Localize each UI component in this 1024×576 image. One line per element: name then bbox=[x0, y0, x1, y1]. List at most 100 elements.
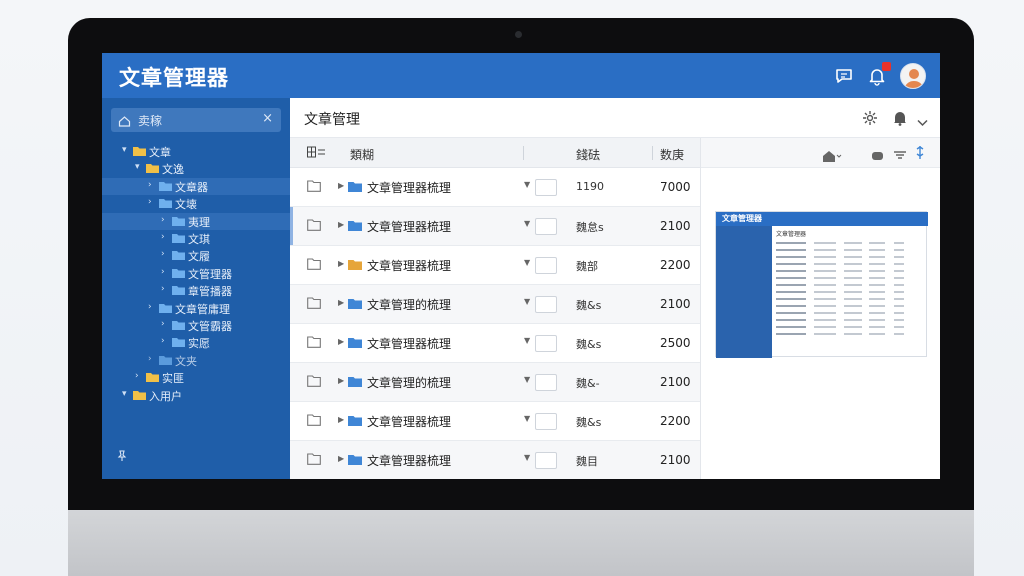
table-row[interactable]: ▶ 文章管理器梳理 ▼ 魏部 2200 bbox=[290, 246, 700, 285]
chevron-right-icon[interactable]: › bbox=[161, 215, 165, 225]
bell-icon[interactable] bbox=[866, 62, 891, 87]
folder-outline-icon[interactable] bbox=[307, 336, 321, 348]
select-box[interactable] bbox=[535, 218, 557, 235]
close-icon[interactable]: × bbox=[262, 111, 273, 126]
chevron-right-icon[interactable]: › bbox=[148, 302, 152, 312]
expand-arrow-icon[interactable]: ▶ bbox=[338, 220, 344, 229]
sidebar-tree-item[interactable]: › 文夹 bbox=[102, 352, 290, 369]
sidebar-tree-item[interactable]: › 文管理器 bbox=[102, 265, 290, 282]
expand-arrow-icon[interactable]: ▶ bbox=[338, 454, 344, 463]
chevron-right-icon[interactable]: › bbox=[161, 336, 165, 346]
chevron-right-icon[interactable]: › bbox=[148, 354, 152, 364]
dropdown-arrow-icon[interactable]: ▼ bbox=[524, 219, 530, 228]
dropdown-arrow-icon[interactable]: ▼ bbox=[524, 258, 530, 267]
folder-outline-icon[interactable] bbox=[307, 219, 321, 231]
settings-icon[interactable] bbox=[862, 110, 878, 130]
dropdown-arrow-icon[interactable]: ▼ bbox=[524, 297, 530, 306]
dropdown-arrow-icon[interactable]: ▼ bbox=[524, 453, 530, 462]
sidebar-tree-item[interactable]: › 实匪 bbox=[102, 369, 290, 386]
thumb-line bbox=[814, 242, 836, 244]
home-icon[interactable] bbox=[822, 147, 842, 166]
select-box[interactable] bbox=[535, 179, 557, 196]
folder-outline-icon[interactable] bbox=[307, 414, 321, 426]
chevron-right-icon[interactable]: › bbox=[161, 267, 165, 277]
chevron-right-icon[interactable]: › bbox=[148, 180, 152, 190]
table-row[interactable]: ▶ 文章管理器梳理 ▼ 魏&s 2500 bbox=[290, 324, 700, 363]
table-row[interactable]: ▶ 文章管理器梳理 ▼ 1190 7000 bbox=[290, 168, 700, 207]
expand-arrow-icon[interactable]: ▶ bbox=[338, 181, 344, 190]
select-box[interactable] bbox=[535, 335, 557, 352]
chevron-right-icon[interactable]: › bbox=[161, 319, 165, 329]
sidebar-tree-item[interactable]: › 实愿 bbox=[102, 334, 290, 351]
sidebar-tree-item[interactable]: ▾ 入用户 bbox=[102, 387, 290, 404]
article-name[interactable]: 文章管理器梳理 bbox=[367, 452, 451, 469]
folder-outline-icon[interactable] bbox=[307, 297, 321, 309]
sidebar-tree-item[interactable]: ▾ 文逸 bbox=[102, 160, 290, 177]
select-box[interactable] bbox=[535, 452, 557, 469]
search-input[interactable]: 卖稼 × bbox=[111, 108, 281, 132]
article-name[interactable]: 文章管理器梳理 bbox=[367, 257, 451, 274]
article-name[interactable]: 文章管理器梳理 bbox=[367, 179, 451, 196]
sidebar-tree-item[interactable]: › 文琪 bbox=[102, 230, 290, 247]
chevron-right-icon[interactable]: › bbox=[161, 284, 165, 294]
chevron-down-icon[interactable] bbox=[917, 112, 928, 131]
chevron-down-icon[interactable]: ▾ bbox=[122, 389, 127, 399]
expand-arrow-icon[interactable]: ▶ bbox=[338, 259, 344, 268]
sidebar-tree-item[interactable]: › 章管播器 bbox=[102, 282, 290, 299]
sidebar-tree-item[interactable]: ▾ 文章 bbox=[102, 143, 290, 160]
chat-icon[interactable] bbox=[833, 65, 855, 87]
sidebar-tree-item[interactable]: › 夷理 bbox=[102, 212, 290, 230]
article-name[interactable]: 文章管理器梳理 bbox=[367, 335, 451, 352]
select-box[interactable] bbox=[535, 374, 557, 391]
dropdown-arrow-icon[interactable]: ▼ bbox=[524, 180, 530, 189]
folder-outline-icon[interactable] bbox=[307, 180, 321, 192]
folder-outline-icon[interactable] bbox=[307, 375, 321, 387]
flag-icon[interactable] bbox=[915, 145, 925, 164]
select-box[interactable] bbox=[535, 296, 557, 313]
expand-arrow-icon[interactable]: ▶ bbox=[338, 376, 344, 385]
column-status[interactable]: 錢砝 bbox=[576, 146, 600, 163]
sidebar-tree-item[interactable]: › 文章管庸理 bbox=[102, 300, 290, 317]
column-count[interactable]: 数庚 bbox=[660, 146, 684, 163]
article-name[interactable]: 文章管理器梳理 bbox=[367, 218, 451, 235]
article-name[interactable]: 文章管理器梳理 bbox=[367, 413, 451, 430]
article-name[interactable]: 文章管理的梳理 bbox=[367, 296, 451, 313]
sidebar-tree-label: 文管霸器 bbox=[188, 320, 232, 333]
expand-arrow-icon[interactable]: ▶ bbox=[338, 415, 344, 424]
table-row[interactable]: ▶ 文章管理器梳理 ▼ 魏&s 2200 bbox=[290, 402, 700, 441]
chevron-down-icon[interactable]: ▾ bbox=[122, 145, 127, 155]
table-row[interactable]: ▶ 文章管理器梳理 ▼ 魏怠s 2100 bbox=[290, 207, 700, 246]
view-toggle-icon[interactable] bbox=[307, 146, 325, 161]
table-row[interactable]: ▶ 文章管理的梳理 ▼ 魏&s 2100 bbox=[290, 285, 700, 324]
dropdown-arrow-icon[interactable]: ▼ bbox=[524, 414, 530, 423]
expand-arrow-icon[interactable]: ▶ bbox=[338, 298, 344, 307]
select-box[interactable] bbox=[535, 413, 557, 430]
sidebar-tree-item[interactable]: › 文履 bbox=[102, 247, 290, 264]
avatar[interactable] bbox=[900, 63, 926, 89]
chevron-down-icon[interactable]: ▾ bbox=[135, 162, 140, 172]
chevron-right-icon[interactable]: › bbox=[161, 232, 165, 242]
table-row[interactable]: ▶ 文章管理器梳理 ▼ 魏目 2100 bbox=[290, 441, 700, 479]
article-name[interactable]: 文章管理的梳理 bbox=[367, 374, 451, 391]
sidebar-tree-item[interactable]: › 文壊 bbox=[102, 195, 290, 212]
wifi-icon[interactable] bbox=[893, 146, 907, 165]
chevron-right-icon[interactable]: › bbox=[161, 249, 165, 259]
eye-icon[interactable] bbox=[871, 147, 884, 166]
bell-icon[interactable] bbox=[893, 110, 907, 130]
pin-icon[interactable] bbox=[116, 447, 128, 466]
folder-icon bbox=[348, 337, 362, 351]
table-row[interactable]: ▶ 文章管理的梳理 ▼ 魏&- 2100 bbox=[290, 363, 700, 402]
preview-thumbnail[interactable]: 文章管理器 文章管理器 bbox=[715, 211, 928, 358]
dropdown-arrow-icon[interactable]: ▼ bbox=[524, 375, 530, 384]
chevron-right-icon[interactable]: › bbox=[148, 197, 152, 207]
column-name[interactable]: 類糊 bbox=[350, 146, 374, 163]
chevron-right-icon[interactable]: › bbox=[135, 371, 139, 381]
select-box[interactable] bbox=[535, 257, 557, 274]
thumb-line bbox=[869, 263, 885, 265]
dropdown-arrow-icon[interactable]: ▼ bbox=[524, 336, 530, 345]
sidebar-tree-item[interactable]: › 文管霸器 bbox=[102, 317, 290, 334]
sidebar-tree-item[interactable]: › 文章器 bbox=[102, 177, 290, 195]
expand-arrow-icon[interactable]: ▶ bbox=[338, 337, 344, 346]
folder-outline-icon[interactable] bbox=[307, 453, 321, 465]
folder-outline-icon[interactable] bbox=[307, 258, 321, 270]
